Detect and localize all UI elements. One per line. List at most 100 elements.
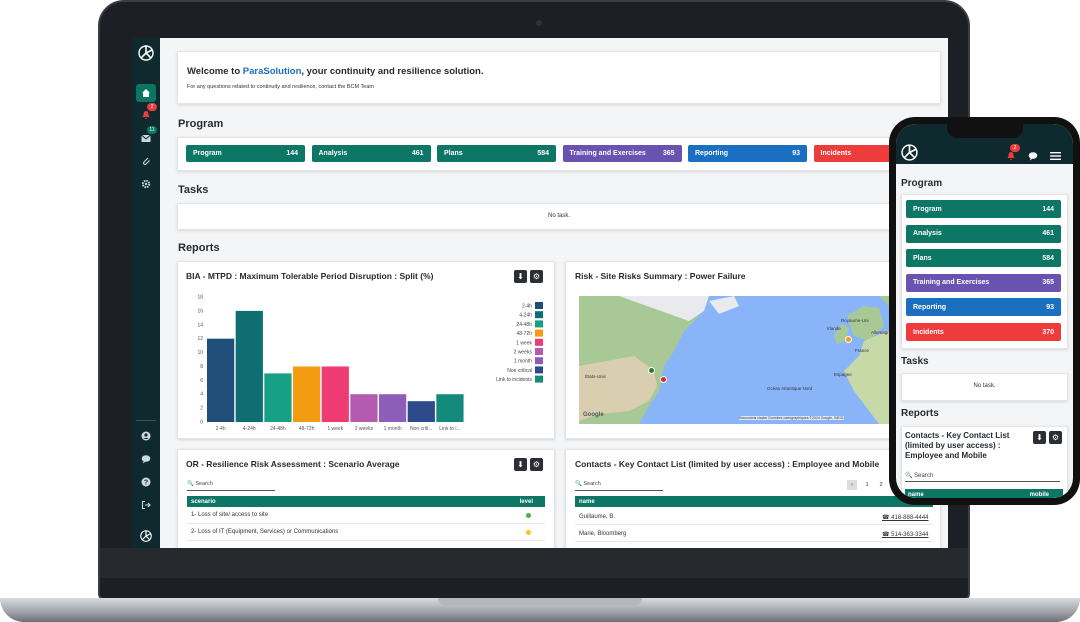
pill-count: 584	[1042, 254, 1054, 262]
bar	[407, 401, 435, 422]
x-tick-label: 48-72h	[299, 426, 315, 432]
legend-label: Non critical	[507, 368, 532, 374]
bia-chart-card: BIA - MTPD : Maximum Tolerable Period Di…	[177, 261, 555, 439]
help-icon[interactable]: ?	[136, 473, 156, 491]
risk-map-card: Risk - Site Risks Summary : Power Failur…	[565, 261, 941, 439]
pagination-page-1[interactable]: 1	[862, 480, 872, 490]
legend-label: 1 month	[514, 359, 532, 365]
program-pill-analysis[interactable]: Analysis 461	[311, 145, 431, 162]
y-tick-label: 18	[197, 295, 203, 301]
contacts-col-name: name	[579, 498, 595, 505]
notifications-icon[interactable]: 2	[136, 103, 157, 124]
program-pill-plans[interactable]: Plans 584	[437, 145, 556, 162]
pagination-page-2[interactable]: 2	[876, 480, 886, 490]
program-pill-reporting[interactable]: Reporting 93	[688, 145, 807, 162]
contacts-search-input[interactable]: 🔍 Search	[575, 481, 663, 491]
phone-program-pill-analysis[interactable]: Analysis 461	[906, 224, 1061, 243]
phone-program-pill-program[interactable]: Program 144	[906, 200, 1061, 218]
brand-link[interactable]: ParaSolution	[243, 66, 302, 77]
or-level-indicator	[526, 513, 531, 518]
phone-notch	[947, 124, 1023, 138]
y-tick-label: 4	[200, 392, 203, 398]
welcome-subtitle: For any questions related to continuity …	[187, 84, 374, 90]
phone-reports-heading: Reports	[901, 408, 939, 419]
attachment-icon[interactable]	[136, 152, 156, 170]
home-icon[interactable]	[136, 84, 156, 102]
pagination-prev[interactable]: ‹	[847, 480, 857, 490]
bar	[264, 373, 292, 422]
bia-bar-chart: 0 2 4 6 8 10 12 14 16 18 2-4h 4-24h 24-48h 48-72h 1 we…	[197, 295, 543, 432]
legend-swatch	[535, 320, 543, 328]
y-tick-label: 2	[200, 406, 203, 412]
phone-menu-icon[interactable]	[1050, 148, 1061, 166]
settings-button[interactable]: ⚙	[530, 458, 543, 471]
phone-contacts-title: Contacts - Key Contact List (limited by …	[905, 431, 1010, 460]
contact-mobile-link[interactable]: ☎ 418-888-4444	[882, 514, 929, 521]
map[interactable]: Irlande Royaume-Uni Allemagne France Espagne…	[579, 296, 940, 424]
phone-program-pill-incidents[interactable]: Incidents 370	[906, 323, 1061, 341]
map-marker-red[interactable]	[660, 376, 667, 383]
or-col-scenario: scenario	[191, 498, 216, 505]
chat-icon[interactable]	[136, 450, 156, 468]
program-pill-training-and-exercises[interactable]: Training and Exercises 365	[562, 145, 682, 162]
pill-label: Analysis	[913, 230, 942, 238]
x-tick-label: Link to i...	[439, 426, 460, 432]
contacts-card: Contacts - Key Contact List (limited by …	[565, 449, 941, 548]
y-tick-label: 0	[200, 420, 203, 426]
legend-label: 48-72h	[516, 331, 532, 337]
messages-icon[interactable]: 11	[136, 126, 157, 147]
phone-program-pill-training-and-exercises[interactable]: Training and Exercises 365	[906, 273, 1061, 292]
settings-button[interactable]: ⚙	[1049, 431, 1062, 444]
sidebar: 2 11 ?	[132, 38, 160, 548]
phone-tasks-empty: No task.	[973, 383, 996, 389]
phone-chat-icon[interactable]	[1028, 148, 1038, 166]
svg-text:?: ?	[144, 480, 148, 487]
x-tick-label: 2-4h	[216, 426, 226, 432]
map-land	[579, 296, 940, 424]
phone-tasks-card: No task.	[901, 373, 1068, 401]
map-label: États-Unis	[585, 374, 606, 379]
download-button[interactable]: ⬇	[1033, 431, 1046, 444]
x-tick-label: Non criti...	[410, 426, 433, 432]
legend-label: 2 weeks	[514, 350, 533, 356]
phone-program-pill-plans[interactable]: Plans 584	[906, 249, 1061, 268]
phone-program-pill-reporting[interactable]: Reporting 93	[906, 298, 1061, 317]
y-tick-label: 16	[197, 308, 203, 314]
or-level-indicator	[526, 530, 531, 535]
or-table-header: scenario level	[187, 496, 545, 507]
tasks-heading: Tasks	[178, 184, 209, 196]
logout-icon[interactable]	[136, 496, 156, 514]
phone-contacts-card: Contacts - Key Contact List (limited by …	[901, 426, 1068, 498]
x-tick-label: 2 weeks	[355, 426, 374, 432]
pill-label: Training and Exercises	[569, 150, 646, 157]
or-search-input[interactable]: 🔍 Search	[187, 481, 275, 491]
pill-count: 365	[1042, 279, 1054, 287]
phone-col-mobile: mobile	[1029, 491, 1049, 498]
phone-logo-icon[interactable]	[901, 144, 918, 166]
logo-icon[interactable]	[136, 44, 156, 62]
settings-icon[interactable]	[136, 175, 156, 193]
legend-swatch	[535, 366, 543, 374]
sidebar-divider	[136, 420, 156, 421]
download-button[interactable]: ⬇	[514, 458, 527, 471]
bar	[293, 366, 321, 422]
map-marker-green[interactable]	[648, 367, 655, 374]
pill-label: Reporting	[913, 303, 947, 311]
contacts-title: Contacts - Key Contact List (limited by …	[575, 459, 880, 469]
phone-search-input[interactable]: 🔍 Search	[905, 472, 1060, 482]
program-pill-program[interactable]: Program 144	[186, 145, 305, 162]
pill-count: 144	[286, 150, 298, 157]
pill-label: Program	[913, 205, 942, 213]
contact-mobile-link[interactable]: ☎ 514-363-3344	[882, 531, 929, 538]
x-tick-label: 1 month	[384, 426, 402, 432]
tasks-empty: No task.	[547, 213, 570, 219]
row-divider	[187, 540, 545, 541]
legend-label: 2-4h	[522, 304, 532, 310]
bar	[379, 394, 407, 422]
map-label: France	[855, 348, 870, 353]
laptop-screen: 2 11 ? Welcome to ParaSolution, your con…	[132, 38, 948, 548]
user-icon[interactable]	[136, 427, 156, 445]
legend-label: 24-48h	[516, 322, 532, 328]
map-marker-orange[interactable]	[845, 336, 852, 343]
phone-notifications-icon[interactable]: 2	[1006, 144, 1020, 161]
